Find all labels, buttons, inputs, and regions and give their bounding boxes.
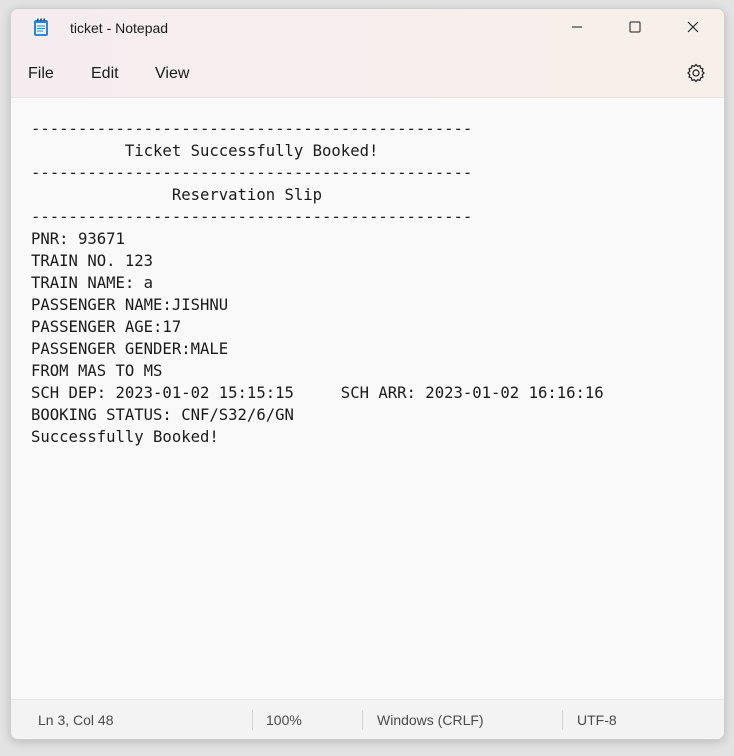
menu-view[interactable]: View: [155, 63, 189, 85]
close-icon: [687, 21, 699, 33]
gear-icon[interactable]: [685, 62, 707, 84]
status-divider: [362, 710, 363, 730]
maximize-button[interactable]: [606, 9, 664, 45]
menu-edit[interactable]: Edit: [91, 63, 119, 85]
encoding[interactable]: UTF-8: [577, 711, 617, 729]
menu-file[interactable]: File: [28, 63, 54, 85]
minimize-icon: [572, 26, 582, 28]
title-and-menu-area: ticket - Notepad File Edit View: [11, 9, 724, 98]
cursor-position[interactable]: Ln 3, Col 48: [38, 711, 114, 729]
document-text[interactable]: ----------------------------------------…: [31, 118, 604, 448]
status-bar: Ln 3, Col 48 100% Windows (CRLF) UTF-8: [11, 699, 724, 739]
status-divider: [562, 710, 563, 730]
close-button[interactable]: [664, 9, 722, 45]
notepad-window: ticket - Notepad File Edit View --------…: [10, 8, 725, 740]
zoom-level[interactable]: 100%: [266, 711, 302, 729]
menu-bar: File Edit View: [11, 59, 724, 89]
maximize-icon: [629, 21, 641, 33]
window-title: ticket - Notepad: [70, 20, 169, 36]
minimize-button[interactable]: [548, 9, 606, 45]
notepad-icon: [34, 18, 48, 36]
line-ending[interactable]: Windows (CRLF): [377, 711, 484, 729]
status-divider: [252, 710, 253, 730]
text-editor-area[interactable]: ----------------------------------------…: [11, 98, 724, 698]
